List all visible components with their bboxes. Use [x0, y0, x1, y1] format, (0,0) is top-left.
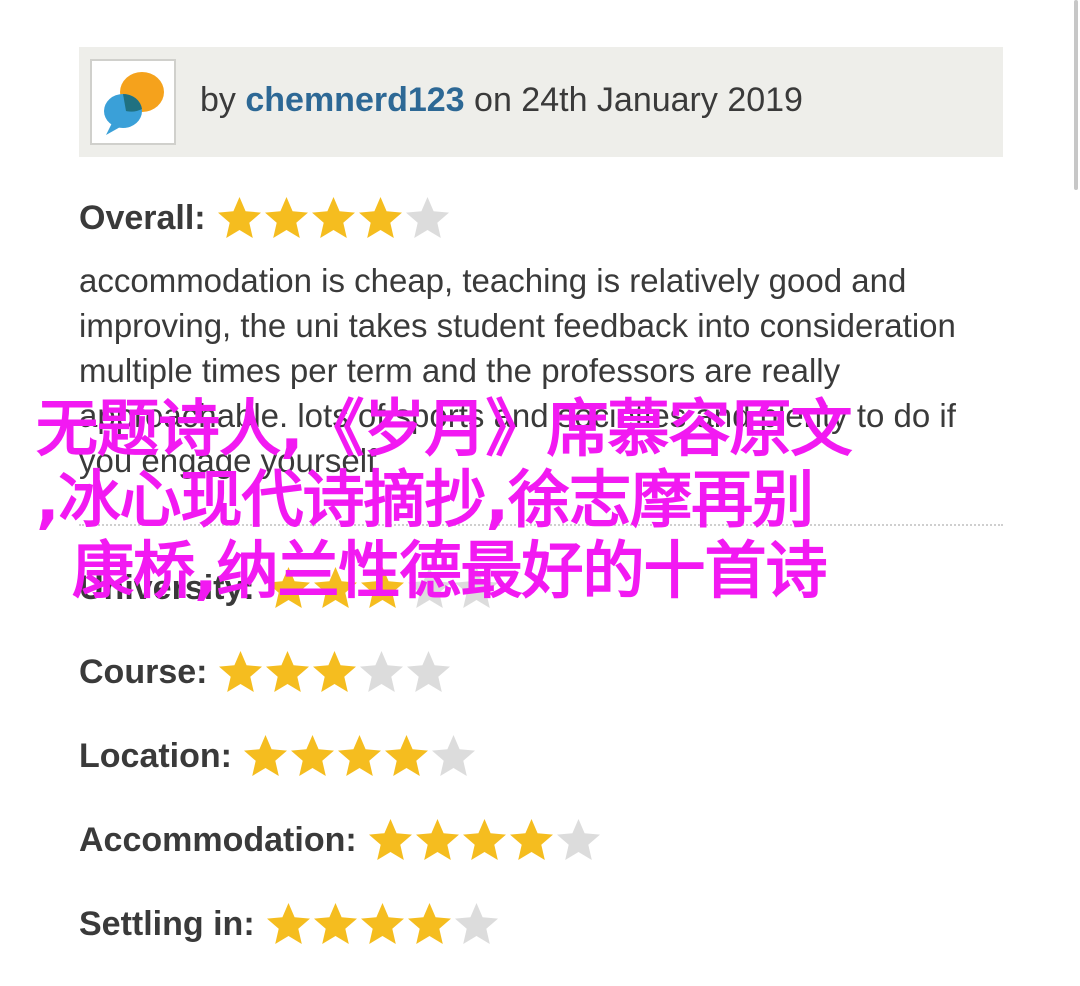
review-byline: by chemnerd123 on 24th January 2019	[200, 79, 803, 121]
star-empty-icon	[360, 651, 404, 692]
scrollbar[interactable]	[1074, 0, 1078, 190]
rating-label: Course:	[79, 652, 208, 691]
rating-settling-in: Settling in:	[79, 898, 500, 950]
author-link[interactable]: chemnerd123	[245, 81, 464, 119]
overall-label: Overall:	[79, 198, 206, 237]
rating-accommodation: Accommodation:	[79, 814, 602, 866]
star-filled-icon	[290, 735, 334, 776]
star-filled-icon	[368, 819, 412, 860]
star-rating	[242, 733, 477, 779]
star-rating	[216, 195, 451, 241]
rating-label: Settling in:	[79, 904, 255, 943]
overlay-line: 无题诗人,《岁月》席慕容原文	[36, 392, 853, 465]
rating-label: Accommodation:	[79, 820, 357, 859]
star-filled-icon	[407, 903, 451, 944]
star-filled-icon	[313, 903, 357, 944]
star-filled-icon	[509, 819, 553, 860]
star-filled-icon	[358, 197, 402, 238]
avatar[interactable]	[90, 59, 176, 145]
review-header: by chemnerd123 on 24th January 2019	[79, 47, 1003, 157]
star-filled-icon	[264, 197, 308, 238]
star-filled-icon	[219, 651, 263, 692]
review-date: on 24th January 2019	[464, 81, 803, 119]
star-filled-icon	[337, 735, 381, 776]
overall-rating: Overall:	[79, 192, 451, 244]
star-filled-icon	[384, 735, 428, 776]
star-empty-icon	[454, 903, 498, 944]
rating-label: Location:	[79, 736, 232, 775]
star-empty-icon	[407, 651, 451, 692]
by-prefix: by	[200, 81, 246, 119]
star-filled-icon	[311, 197, 355, 238]
star-filled-icon	[360, 903, 404, 944]
speech-bubbles-icon	[104, 72, 164, 135]
star-filled-icon	[217, 197, 261, 238]
overlay-line: 康桥,纳兰性德最好的十首诗	[72, 534, 828, 607]
star-empty-icon	[431, 735, 475, 776]
star-filled-icon	[415, 819, 459, 860]
star-filled-icon	[266, 903, 310, 944]
star-empty-icon	[556, 819, 600, 860]
star-filled-icon	[266, 651, 310, 692]
review-page: by chemnerd123 on 24th January 2019 Over…	[0, 0, 1080, 986]
star-filled-icon	[462, 819, 506, 860]
rating-course: Course:	[79, 646, 452, 698]
star-rating	[367, 817, 602, 863]
overlay-line: ,冰心现代诗摘抄,徐志摩再别	[36, 463, 814, 536]
star-filled-icon	[313, 651, 357, 692]
star-rating	[217, 649, 452, 695]
star-empty-icon	[405, 197, 449, 238]
overlay-caption: 无题诗人,《岁月》席慕容原文 ,冰心现代诗摘抄,徐志摩再别 康桥,纳兰性德最好的…	[36, 393, 1006, 606]
rating-location: Location:	[79, 730, 477, 782]
star-filled-icon	[243, 735, 287, 776]
star-rating	[265, 901, 500, 947]
